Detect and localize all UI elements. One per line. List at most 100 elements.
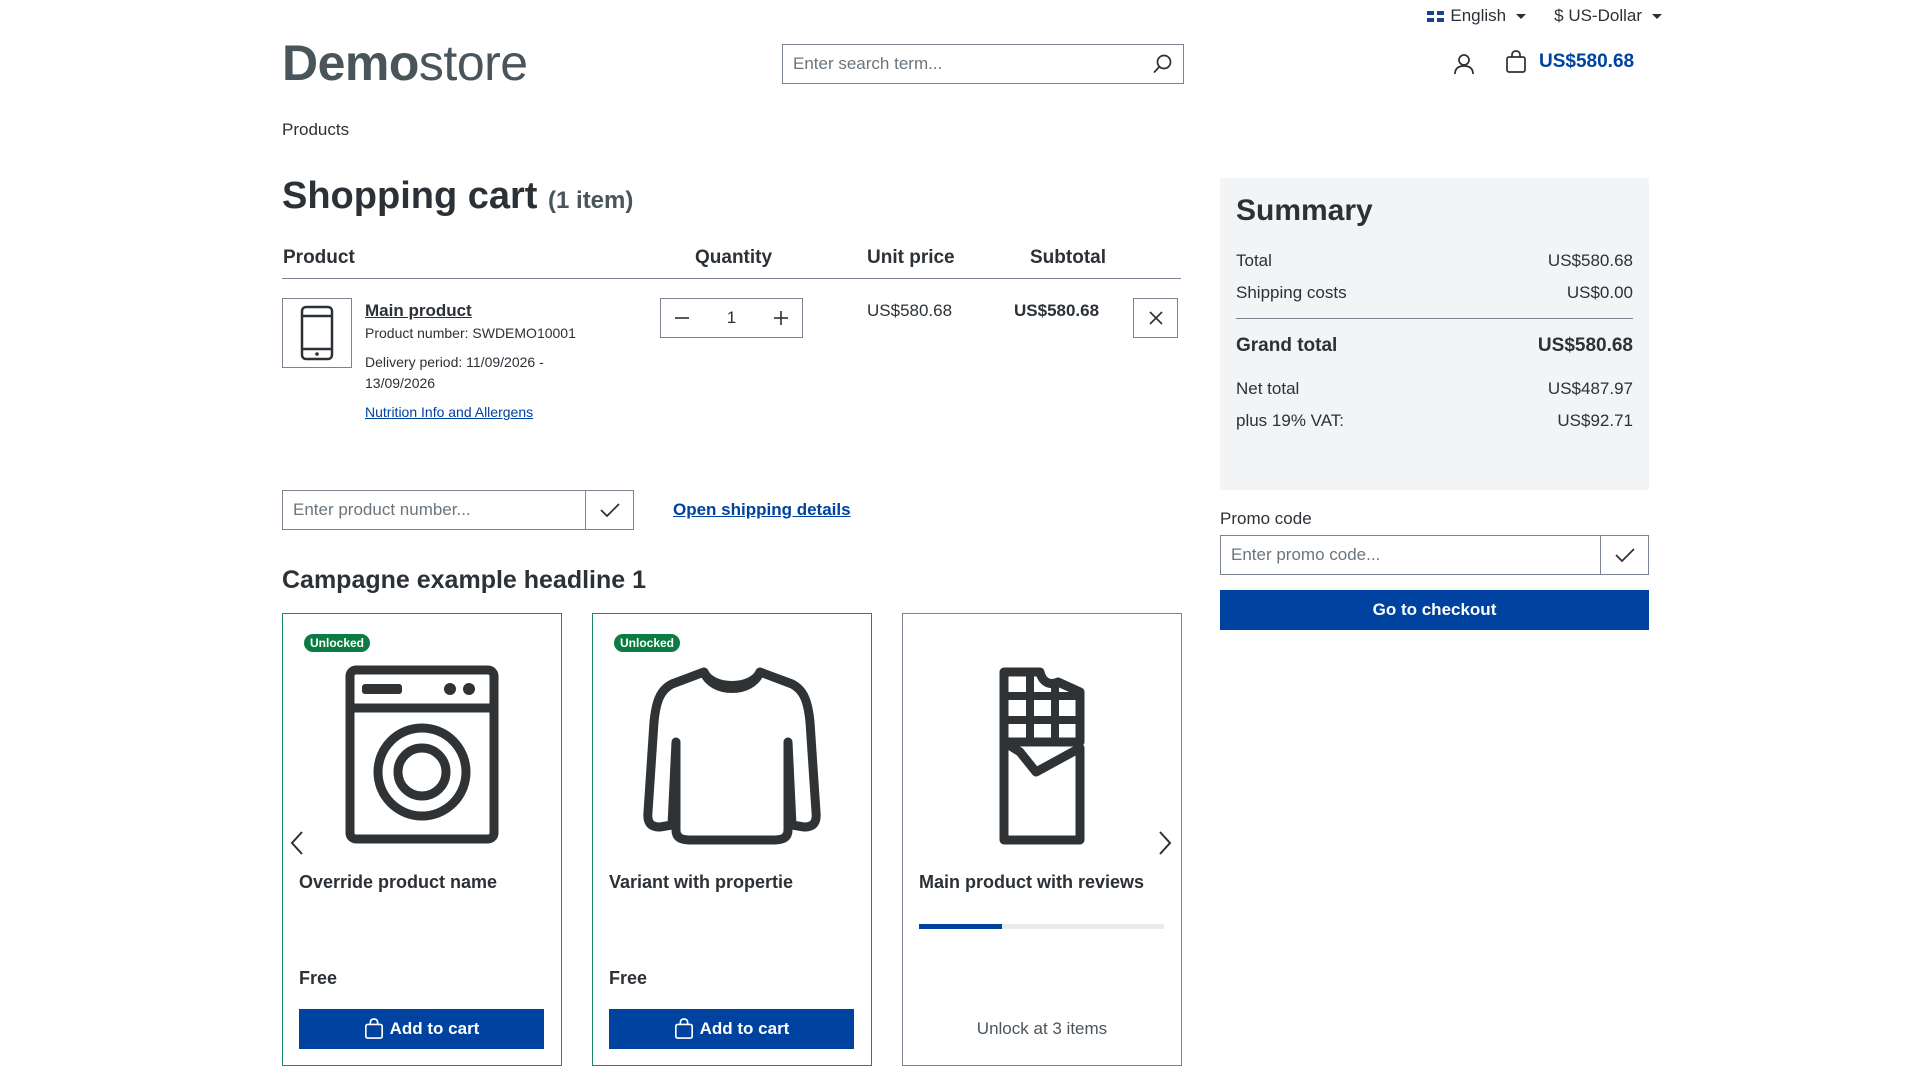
minus-icon xyxy=(675,317,689,319)
summary-shipping-value: US$0.00 xyxy=(1566,283,1633,302)
column-header-subtotal: Subtotal xyxy=(1030,247,1106,268)
unlock-requirement: Unlock at 3 items xyxy=(976,1019,1108,1038)
breadcrumb[interactable]: Products xyxy=(282,120,349,140)
currency-selector[interactable]: $ US-Dollar xyxy=(1554,6,1662,26)
quantity-stepper: 1 xyxy=(660,298,803,338)
header-cart-total: US$580.68 xyxy=(1539,51,1635,72)
campaign-card-1[interactable]: Unlocked Override product name Free Add … xyxy=(282,613,562,1066)
campaign-card-3[interactable]: Main product with reviews Unlock at 3 it… xyxy=(902,613,1182,1066)
decrease-quantity-button[interactable] xyxy=(661,299,703,337)
add-to-cart-label: Add to cart xyxy=(389,1019,480,1038)
chevron-right-icon xyxy=(1159,831,1172,855)
summary-grand-value: US$580.68 xyxy=(1537,335,1633,356)
campaign-card-name[interactable]: Main product with reviews xyxy=(919,872,1144,893)
quantity-value[interactable]: 1 xyxy=(727,308,736,328)
campaign-card-name[interactable]: Variant with propertie xyxy=(609,872,793,893)
cart-item-number: Product number: SWDEMO10001 xyxy=(365,325,576,341)
summary-title: Summary xyxy=(1236,194,1373,227)
campaign-card-2[interactable]: Unlocked Variant with propertie Free Add… xyxy=(592,613,872,1066)
header-cart-button[interactable]: US$580.68 xyxy=(1505,50,1634,74)
open-shipping-details-link[interactable]: Open shipping details xyxy=(673,500,851,520)
summary-vat-value: US$92.71 xyxy=(1557,411,1633,430)
campaign-card-price: Free xyxy=(299,968,338,988)
caret-down-icon xyxy=(1652,13,1662,19)
summary-total-label: Total xyxy=(1236,251,1272,270)
summary-net-label: Net total xyxy=(1236,379,1300,398)
currency-label: $ US-Dollar xyxy=(1554,6,1642,25)
table-divider xyxy=(282,278,1181,279)
sweater-icon xyxy=(642,662,822,847)
checkout-button[interactable]: Go to checkout xyxy=(1220,590,1649,630)
carousel-next-button[interactable] xyxy=(1158,830,1172,856)
logo-bold-text: Demo xyxy=(282,35,419,91)
promo-code-submit-button[interactable] xyxy=(1600,536,1648,574)
cart-title: Shopping cart xyxy=(282,175,538,217)
search-input[interactable] xyxy=(783,45,1143,83)
bag-icon xyxy=(364,1018,383,1039)
promo-code-form xyxy=(1220,535,1649,575)
smartphone-icon xyxy=(300,305,334,361)
campaign-card-price: Free xyxy=(609,968,648,988)
unlock-progress-bar xyxy=(919,924,1164,929)
search-icon[interactable] xyxy=(1143,45,1183,83)
store-logo[interactable]: Demostore xyxy=(282,34,528,92)
product-number-input[interactable] xyxy=(283,491,585,529)
column-header-product: Product xyxy=(283,247,355,268)
unlock-progress-fill xyxy=(919,924,1003,929)
close-icon xyxy=(1148,311,1163,325)
summary-grand-total-row: Grand total US$580.68 xyxy=(1236,335,1633,357)
summary-shipping-row: Shipping costs US$0.00 xyxy=(1236,283,1633,303)
unlocked-badge: Unlocked xyxy=(304,634,371,652)
search-box xyxy=(782,44,1184,84)
bag-icon xyxy=(674,1018,693,1039)
logo-light-text: store xyxy=(418,35,528,91)
bag-icon xyxy=(1505,50,1527,74)
cart-item-subtotal: US$580.68 xyxy=(1014,301,1100,320)
column-header-unit-price: Unit price xyxy=(867,247,955,268)
chevron-left-icon xyxy=(290,831,303,855)
washing-machine-icon xyxy=(342,662,502,847)
product-thumbnail[interactable] xyxy=(282,298,352,368)
summary-vat-row: plus 19% VAT: US$92.71 xyxy=(1236,411,1633,431)
summary-divider xyxy=(1236,318,1633,319)
cart-item-unit-price: US$580.68 xyxy=(867,301,953,320)
add-to-cart-button[interactable]: Add to cart xyxy=(609,1009,854,1049)
checkmark-icon xyxy=(599,503,620,518)
summary-net-value: US$487.97 xyxy=(1547,379,1633,398)
cart-item-name[interactable]: Main product xyxy=(365,301,472,321)
unlocked-badge: Unlocked xyxy=(614,634,681,652)
summary-total-row: Total US$580.68 xyxy=(1236,251,1633,271)
checkmark-icon xyxy=(1614,548,1635,563)
language-label: English xyxy=(1450,6,1507,25)
uk-flag-icon xyxy=(1427,10,1445,22)
chocolate-bar-icon xyxy=(992,662,1092,847)
campaign-headline: Campagne example headline 1 xyxy=(282,566,647,594)
plus-icon xyxy=(774,311,788,325)
summary-grand-label: Grand total xyxy=(1236,335,1338,356)
add-product-submit-button[interactable] xyxy=(585,491,633,529)
summary-total-value: US$580.68 xyxy=(1547,251,1633,270)
add-to-cart-button[interactable]: Add to cart xyxy=(299,1009,544,1049)
promo-code-label: Promo code xyxy=(1220,509,1312,528)
order-summary: Summary Total US$580.68 Shipping costs U… xyxy=(1220,178,1649,490)
promo-code-input[interactable] xyxy=(1221,536,1600,574)
page-title: Shopping cart (1 item) xyxy=(282,175,633,218)
add-to-cart-label: Add to cart xyxy=(699,1019,790,1038)
remove-item-button[interactable] xyxy=(1133,298,1178,338)
campaign-card-name[interactable]: Override product name xyxy=(299,872,497,893)
caret-down-icon xyxy=(1516,13,1527,19)
column-header-quantity: Quantity xyxy=(695,247,773,268)
language-selector[interactable]: English xyxy=(1427,6,1527,26)
increase-quantity-button[interactable] xyxy=(760,299,802,337)
account-icon[interactable] xyxy=(1453,53,1475,75)
summary-vat-label: plus 19% VAT: xyxy=(1236,411,1345,430)
add-product-form xyxy=(282,490,634,530)
summary-shipping-label: Shipping costs xyxy=(1236,283,1347,302)
cart-item-delivery-line2: 13/09/2026 xyxy=(365,375,436,391)
nutrition-info-link[interactable]: Nutrition Info and Allergens xyxy=(365,404,533,420)
summary-net-row: Net total US$487.97 xyxy=(1236,379,1633,399)
cart-item-count: (1 item) xyxy=(548,187,634,214)
cart-item-delivery-line1: Delivery period: 11/09/2026 - xyxy=(365,354,544,370)
carousel-prev-button[interactable] xyxy=(290,830,304,856)
top-bar: English $ US-Dollar xyxy=(1427,6,1662,26)
